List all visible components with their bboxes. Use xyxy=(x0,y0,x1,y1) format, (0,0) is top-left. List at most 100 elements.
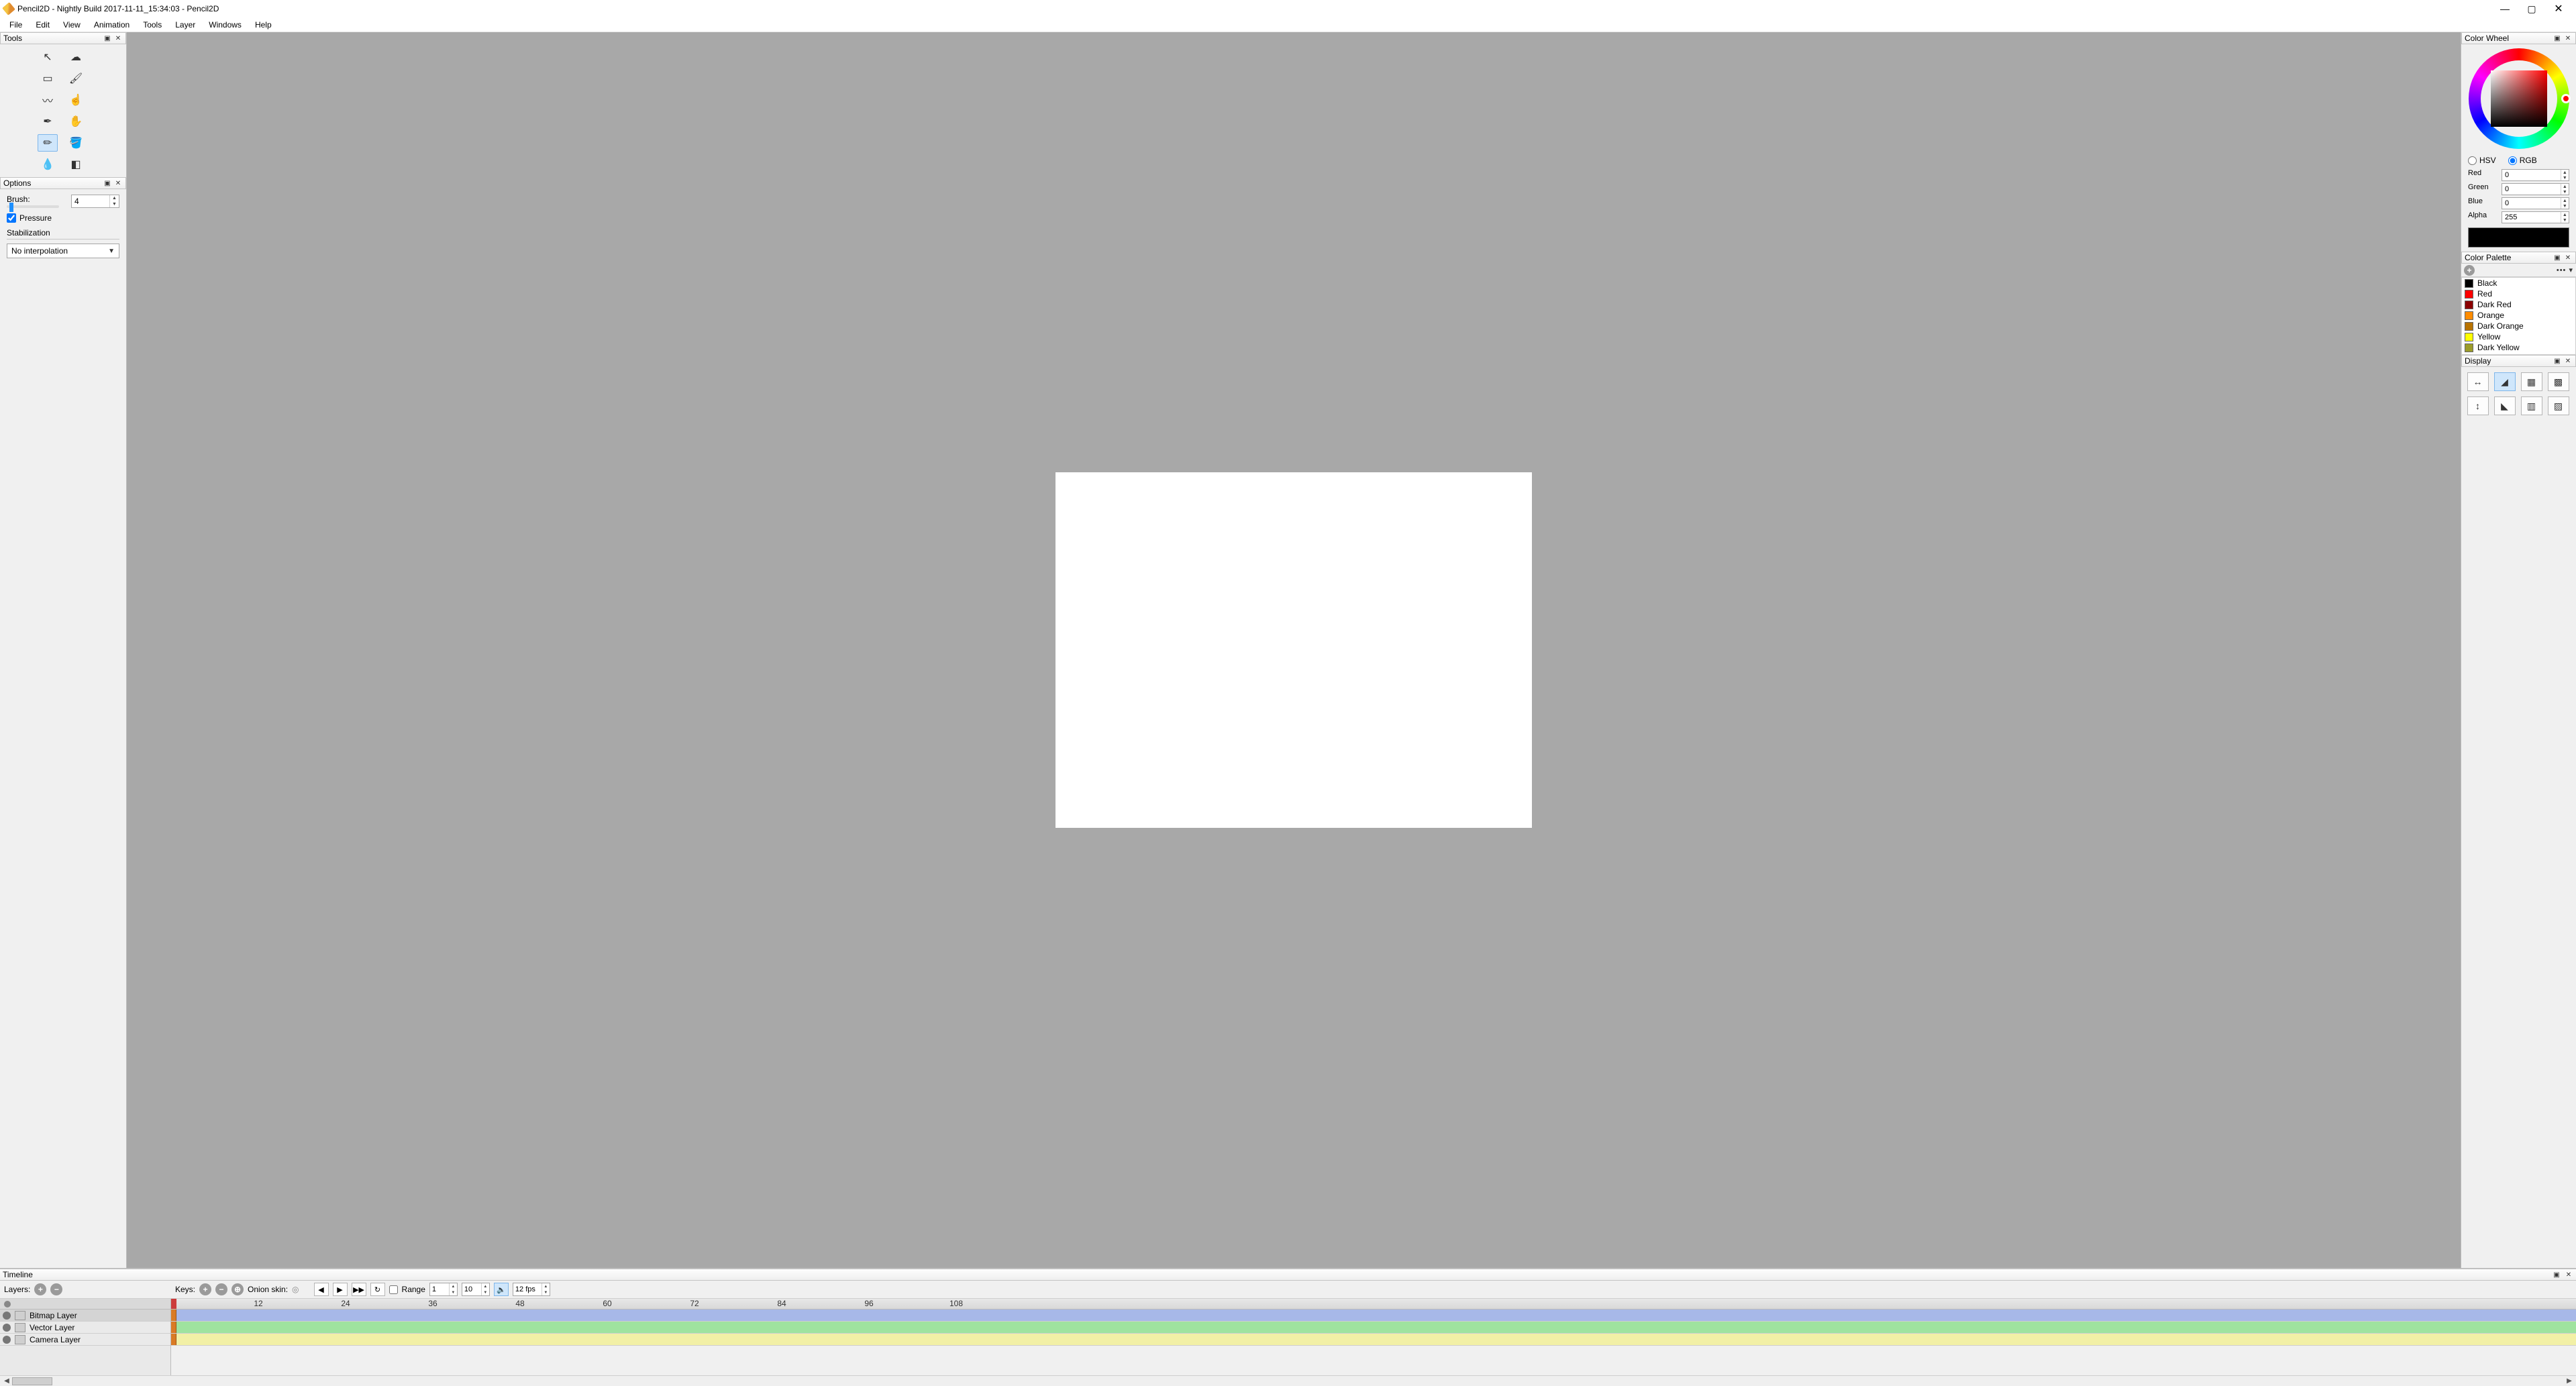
remove-layer-button[interactable]: − xyxy=(50,1283,62,1295)
spin-down-icon[interactable]: ▼ xyxy=(110,201,119,207)
tracks-area[interactable] xyxy=(171,1310,2576,1375)
add-key-button[interactable]: + xyxy=(199,1283,211,1295)
tools-undock-icon[interactable]: ▣ xyxy=(103,34,112,43)
sound-button[interactable]: 🔈 xyxy=(494,1283,509,1296)
display-close-icon[interactable]: ✕ xyxy=(2563,356,2573,366)
palette-item[interactable]: Dark Red xyxy=(2462,299,2575,310)
channel-input[interactable]: ▲▼ xyxy=(2502,169,2569,181)
layer-row[interactable]: Bitmap Layer xyxy=(0,1310,170,1322)
palette-item[interactable]: Yellow xyxy=(2462,331,2575,342)
menu-edit[interactable]: Edit xyxy=(29,19,56,31)
channel-field[interactable] xyxy=(2502,170,2561,180)
timeline-scrollbar[interactable]: ◀ ▶ xyxy=(0,1375,2576,1386)
grid-button[interactable]: ▦ xyxy=(2521,372,2542,391)
palette-close-icon[interactable]: ✕ xyxy=(2563,253,2573,262)
track-strip[interactable] xyxy=(176,1334,2576,1345)
range-to-field[interactable] xyxy=(462,1283,481,1295)
layer-row[interactable]: Vector Layer xyxy=(0,1322,170,1334)
palette-item[interactable]: Green xyxy=(2462,353,2575,355)
add-layer-button[interactable]: + xyxy=(34,1283,46,1295)
bucket-tool[interactable]: 🪣 xyxy=(66,134,86,152)
range-from-input[interactable]: ▲▼ xyxy=(429,1283,458,1296)
timeline-ruler[interactable]: 1224364860728496108 xyxy=(171,1299,2576,1310)
brush-size-field[interactable] xyxy=(72,195,109,207)
palette-item[interactable]: Red xyxy=(2462,288,2575,299)
eraser-tool[interactable]: ◧ xyxy=(66,156,86,173)
pressure-checkbox[interactable]: Pressure xyxy=(7,213,119,223)
options-close-icon[interactable]: ✕ xyxy=(113,178,123,188)
close-button[interactable]: ✕ xyxy=(2545,0,2572,17)
menu-tools[interactable]: Tools xyxy=(136,19,168,31)
palette-list[interactable]: BlackRedDark RedOrangeDark OrangeYellowD… xyxy=(2461,277,2576,355)
track-strip[interactable] xyxy=(176,1310,2576,1321)
rgb-radio[interactable]: RGB xyxy=(2508,156,2537,165)
menu-windows[interactable]: Windows xyxy=(202,19,248,31)
layer-visibility-icon[interactable] xyxy=(3,1312,11,1320)
mirror-h-button[interactable]: ↔ xyxy=(2467,372,2489,391)
add-color-button[interactable]: + xyxy=(2464,265,2475,276)
minimize-button[interactable]: — xyxy=(2491,0,2518,17)
palette-item[interactable]: Dark Yellow xyxy=(2462,342,2575,353)
scroll-right-icon[interactable]: ▶ xyxy=(2564,1377,2575,1385)
onion-next-button[interactable]: ◣ xyxy=(2494,396,2516,415)
layer-visibility-icon[interactable] xyxy=(3,1324,11,1332)
menu-file[interactable]: File xyxy=(3,19,29,31)
options-undock-icon[interactable]: ▣ xyxy=(103,178,112,188)
timeline-close-icon[interactable]: ✕ xyxy=(2564,1270,2573,1279)
track-strip[interactable] xyxy=(176,1322,2576,1333)
keyframe[interactable] xyxy=(171,1310,176,1321)
range-to-input[interactable]: ▲▼ xyxy=(462,1283,490,1296)
clear-tool[interactable]: ☁ xyxy=(66,48,86,66)
brush-tool[interactable]: 🖌 xyxy=(66,70,86,87)
palette-item[interactable]: Black xyxy=(2462,278,2575,288)
hand-tool[interactable]: ✋ xyxy=(66,113,86,130)
polyline-tool[interactable]: 〰 xyxy=(38,91,58,109)
menu-help[interactable]: Help xyxy=(248,19,278,31)
channel-input[interactable]: ▲▼ xyxy=(2502,211,2569,223)
menu-view[interactable]: View xyxy=(56,19,87,31)
stabilization-combo[interactable]: No interpolation ▼ xyxy=(7,244,119,258)
playhead[interactable] xyxy=(171,1299,176,1309)
colorwheel-close-icon[interactable]: ✕ xyxy=(2563,34,2573,43)
palette-item[interactable]: Dark Orange xyxy=(2462,321,2575,331)
display-undock-icon[interactable]: ▣ xyxy=(2553,356,2562,366)
layer-row[interactable]: Camera Layer xyxy=(0,1334,170,1346)
move-tool[interactable]: ↖ xyxy=(38,48,58,66)
timeline-undock-icon[interactable]: ▣ xyxy=(2552,1270,2561,1279)
menu-animation[interactable]: Animation xyxy=(87,19,136,31)
channel-input[interactable]: ▲▼ xyxy=(2502,197,2569,209)
remove-key-button[interactable]: − xyxy=(215,1283,227,1295)
brush-slider[interactable] xyxy=(7,205,59,208)
menu-layer[interactable]: Layer xyxy=(168,19,202,31)
brush-size-input[interactable]: ▲▼ xyxy=(71,195,119,208)
channel-field[interactable] xyxy=(2502,212,2561,223)
onion-prev-button[interactable]: ◢ xyxy=(2494,372,2516,391)
select-tool[interactable]: ▭ xyxy=(38,70,58,87)
track-row[interactable] xyxy=(171,1322,2576,1334)
thin-lines-button[interactable]: ▥ xyxy=(2521,396,2542,415)
overlay-b-button[interactable]: ▨ xyxy=(2548,396,2569,415)
colorwheel-undock-icon[interactable]: ▣ xyxy=(2553,34,2562,43)
canvas-viewport[interactable] xyxy=(127,32,2461,1268)
keyframe[interactable] xyxy=(171,1322,176,1333)
maximize-button[interactable]: ▢ xyxy=(2518,0,2545,17)
loop-button[interactable]: ↻ xyxy=(370,1283,385,1296)
canvas-page[interactable] xyxy=(1055,472,1532,828)
range-from-field[interactable] xyxy=(430,1283,449,1295)
pencil-tool[interactable]: ✏ xyxy=(38,134,58,152)
keyframe[interactable] xyxy=(171,1334,176,1345)
palette-item[interactable]: Orange xyxy=(2462,310,2575,321)
overlay-a-button[interactable]: ▩ xyxy=(2548,372,2569,391)
channel-input[interactable]: ▲▼ xyxy=(2502,183,2569,195)
palette-undock-icon[interactable]: ▣ xyxy=(2553,253,2562,262)
play-button[interactable]: ▶ xyxy=(333,1283,348,1296)
onion-skin-icon[interactable]: ◎ xyxy=(292,1285,299,1294)
mirror-v-button[interactable]: ↕ xyxy=(2467,396,2489,415)
range-checkbox[interactable] xyxy=(389,1285,398,1294)
palette-menu-button[interactable]: ••• ▾ xyxy=(2557,266,2573,274)
play-forward-button[interactable]: ▶▶ xyxy=(352,1283,366,1296)
duplicate-key-button[interactable]: ⊕ xyxy=(231,1283,244,1295)
channel-field[interactable] xyxy=(2502,184,2561,195)
play-back-button[interactable]: ◀ xyxy=(314,1283,329,1296)
hsv-radio[interactable]: HSV xyxy=(2468,156,2496,165)
